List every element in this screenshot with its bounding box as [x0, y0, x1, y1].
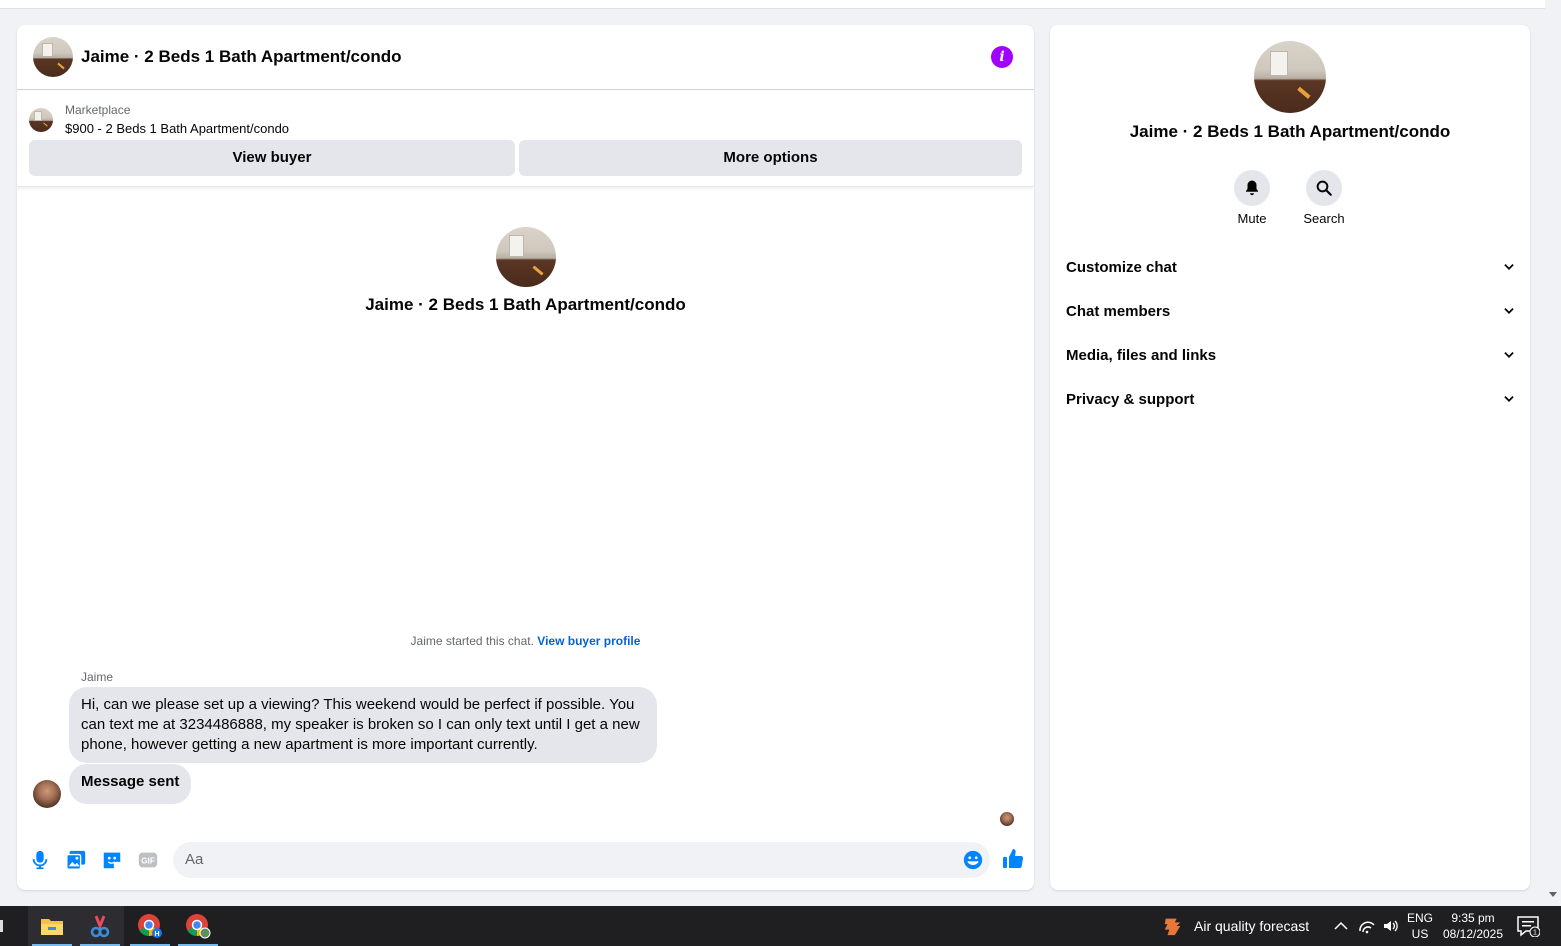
marketplace-label: Marketplace	[65, 103, 131, 117]
photo-icon[interactable]	[65, 849, 87, 871]
message-composer: GIF Aa	[17, 837, 1034, 883]
marketplace-listing-row[interactable]: Marketplace $900 - 2 Beds 1 Bath Apartme…	[29, 101, 289, 138]
notifications-icon[interactable]: 1	[1516, 915, 1540, 937]
clock-date: 08/12/2025	[1442, 927, 1504, 941]
conversation-profile: Jaime · 2 Beds 1 Bath Apartment/condo	[17, 227, 1034, 315]
microphone-icon[interactable]	[29, 849, 51, 871]
section-label: Media, files and links	[1066, 346, 1217, 364]
gif-icon[interactable]: GIF	[137, 849, 159, 871]
section-customize-chat[interactable]: Customize chat	[1066, 255, 1516, 279]
search-icon	[1316, 180, 1332, 196]
message-bubble[interactable]: Message sent	[69, 764, 192, 804]
chat-details-panel: Jaime · 2 Beds 1 Bath Apartment/condo Mu…	[1050, 25, 1530, 890]
listing-thumbnail	[29, 107, 53, 132]
search-label: Search	[1303, 211, 1345, 226]
air-quality-icon	[1164, 918, 1181, 936]
mute-button[interactable]: Mute	[1222, 170, 1282, 226]
system-tray	[1334, 906, 1400, 946]
info-icon[interactable]: i	[991, 46, 1013, 68]
listing-title: $900 - 2 Beds 1 Bath Apartment/condo	[65, 121, 290, 136]
svg-text:H: H	[154, 931, 159, 938]
section-media-files-links[interactable]: Media, files and links	[1066, 343, 1516, 367]
taskbar-snipping-tool[interactable]	[76, 906, 124, 946]
region-code: US	[1411, 927, 1429, 941]
chrome-icon	[186, 914, 211, 939]
clock[interactable]: 9:35 pm 08/12/2025	[1438, 910, 1508, 942]
scroll-down-arrow[interactable]	[1549, 892, 1557, 897]
chat-title[interactable]: Jaime · 2 Beds 1 Bath Apartment/condo	[81, 47, 402, 67]
clock-time: 9:35 pm	[1451, 911, 1495, 925]
notification-count: 1	[1533, 930, 1537, 937]
chevron-down-icon	[1504, 352, 1514, 358]
wifi-icon[interactable]	[1358, 918, 1376, 934]
details-avatar[interactable]	[1254, 41, 1326, 113]
snipping-tool-icon	[90, 915, 110, 938]
view-buyer-profile-link[interactable]: View buyer profile	[537, 634, 640, 648]
svg-text:GIF: GIF	[141, 857, 155, 866]
thumbs-up-icon[interactable]	[1001, 847, 1025, 871]
profile-name: Jaime · 2 Beds 1 Bath Apartment/condo	[365, 295, 686, 314]
read-receipt-avatar	[1000, 812, 1014, 826]
sender-avatar[interactable]	[33, 780, 61, 808]
taskbar-chrome-profile[interactable]	[174, 906, 222, 946]
weather-widget[interactable]: Air quality forecast	[1162, 906, 1309, 946]
started-text: Jaime started this chat.	[410, 634, 534, 648]
chrome-icon: H	[138, 914, 162, 938]
taskbar-file-explorer[interactable]	[28, 906, 76, 946]
emoji-icon[interactable]	[962, 849, 984, 871]
chat-started-notice: Jaime started this chat. View buyer prof…	[17, 634, 1034, 648]
weather-text: Air quality forecast	[1194, 918, 1310, 934]
taskbar-chrome-h[interactable]: H	[126, 906, 174, 946]
task-view-icon	[0, 920, 3, 932]
profile-avatar[interactable]	[495, 227, 556, 287]
browser-top-edge	[0, 0, 1545, 9]
section-privacy-support[interactable]: Privacy & support	[1066, 387, 1516, 411]
mute-label: Mute	[1237, 211, 1267, 226]
marketplace-banner: Marketplace $900 - 2 Beds 1 Bath Apartme…	[17, 90, 1034, 187]
search-button[interactable]: Search	[1294, 170, 1354, 226]
message-input[interactable]: Aa	[173, 842, 990, 878]
chat-avatar[interactable]	[33, 37, 73, 77]
chevron-up-icon[interactable]	[1334, 921, 1348, 931]
chevron-down-icon	[1504, 264, 1514, 270]
chevron-down-icon	[1504, 396, 1514, 402]
chat-header: Jaime · 2 Beds 1 Bath Apartment/condo i	[17, 25, 1034, 90]
chat-panel: Jaime · 2 Beds 1 Bath Apartment/condo i …	[17, 25, 1034, 890]
section-chat-members[interactable]: Chat members	[1066, 299, 1516, 323]
volume-icon[interactable]	[1382, 918, 1400, 934]
taskbar: H Air quality forecast ENG US 9:35 pm 08…	[0, 906, 1561, 946]
view-buyer-button[interactable]: View buyer	[29, 140, 515, 176]
more-options-button[interactable]: More options	[519, 140, 1022, 176]
details-name: Jaime · 2 Beds 1 Bath Apartment/condo	[1129, 122, 1451, 141]
page-scrollbar[interactable]	[1545, 0, 1561, 906]
message-sender: Jaime	[81, 670, 114, 684]
section-label: Chat members	[1066, 302, 1171, 320]
section-label: Privacy & support	[1066, 390, 1195, 408]
task-view-button[interactable]	[0, 906, 12, 946]
language-code: ENG	[1406, 911, 1433, 925]
bell-icon	[1246, 180, 1258, 196]
sticker-icon[interactable]	[101, 849, 123, 871]
input-language[interactable]: ENG US	[1402, 910, 1438, 942]
section-label: Customize chat	[1066, 258, 1177, 276]
chevron-down-icon	[1504, 308, 1514, 314]
message-bubble[interactable]: Hi, can we please set up a viewing? This…	[69, 687, 657, 763]
folder-icon	[41, 919, 63, 935]
